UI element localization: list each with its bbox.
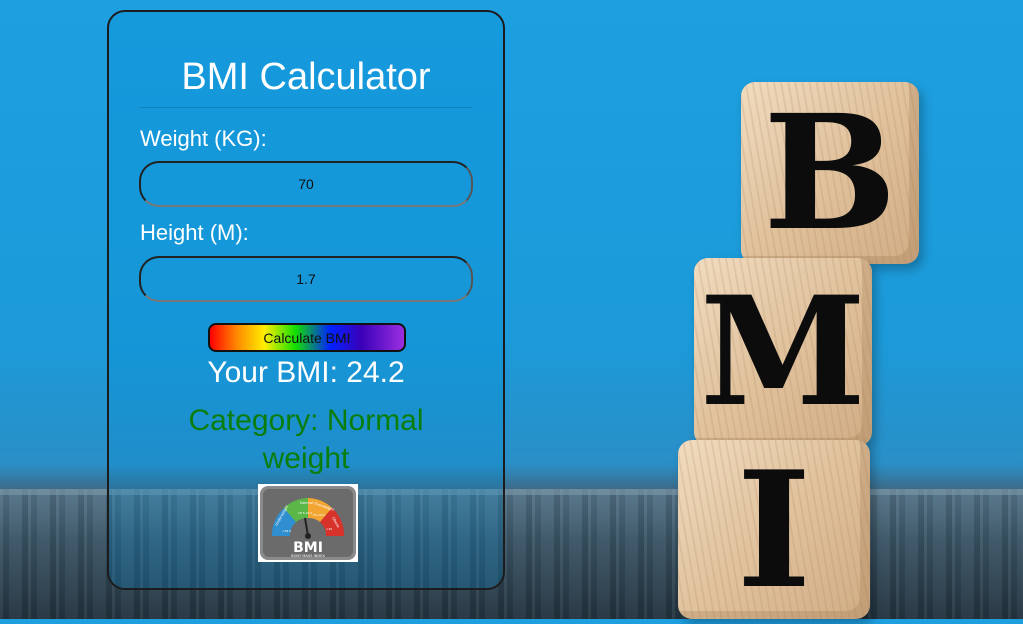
letter-cube-m: M bbox=[694, 258, 872, 446]
bmi-category: Category: Normal weight bbox=[188, 404, 424, 475]
gauge-range-underweight: <18.5 bbox=[282, 529, 291, 533]
weight-label: Weight (KG): bbox=[140, 126, 267, 151]
gauge-range-obese: >30 bbox=[326, 527, 332, 531]
bmi-result: Your BMI: 24.2 bbox=[207, 356, 405, 389]
cube-letter: B bbox=[763, 80, 897, 266]
height-label: Height (M): bbox=[140, 220, 249, 245]
bmi-calculator-card: BMI Calculator Weight (KG): Height (M): … bbox=[107, 10, 505, 590]
letter-cube-i: I bbox=[678, 436, 870, 624]
cube-letter: I bbox=[736, 435, 812, 624]
gauge-needle-hub bbox=[305, 533, 311, 539]
calculate-bmi-button[interactable]: Calculate BMI bbox=[208, 323, 406, 352]
cube-letter: M bbox=[699, 264, 867, 440]
gauge-range-normal: 18.5-24.9 bbox=[298, 511, 313, 515]
gauge-label-normal: Normal bbox=[300, 501, 313, 505]
weight-input[interactable] bbox=[139, 161, 473, 207]
bmi-gauge-image: Underweight Normal Overweight Obese <18.… bbox=[258, 484, 358, 562]
gauge-subtitle: BODY MASS INDEX bbox=[291, 554, 325, 558]
gauge-range-overweight: 25-29.9 bbox=[313, 513, 325, 517]
height-input[interactable] bbox=[139, 256, 473, 302]
bmi-gauge-icon: Underweight Normal Overweight Obese <18.… bbox=[260, 486, 356, 560]
page-title: BMI Calculator bbox=[181, 56, 431, 98]
title-divider bbox=[139, 107, 473, 108]
letter-cube-b: B bbox=[741, 80, 919, 266]
